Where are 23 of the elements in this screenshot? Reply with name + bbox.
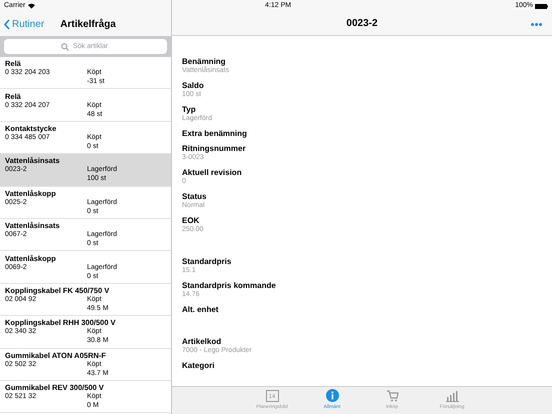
field-label: Extra benämning xyxy=(182,129,248,138)
field-label: Kategori xyxy=(182,361,216,370)
field-label: Typ xyxy=(182,105,197,114)
field-label: Standardpris kommande xyxy=(182,281,277,290)
field-label: Ritningsnummer xyxy=(182,144,247,153)
detail-title: 0023-2 xyxy=(346,17,378,31)
more-button[interactable] xyxy=(531,22,543,26)
search-icon xyxy=(61,42,69,50)
field-label: Aktuell revision xyxy=(182,168,243,177)
bar-chart-icon xyxy=(446,390,458,402)
field-label: Alt. enhet xyxy=(182,305,220,314)
page-title: Artikelfråga xyxy=(60,18,116,32)
field-label: Standardpris xyxy=(182,257,232,266)
field-label: Saldo xyxy=(182,81,205,90)
battery-icon xyxy=(535,4,548,8)
cart-icon xyxy=(386,390,398,402)
wifi-icon xyxy=(28,3,36,9)
chevron-left-icon xyxy=(4,18,10,30)
field-label: Benämning xyxy=(182,57,227,66)
field-label: Artikelkod xyxy=(182,337,222,346)
field-label: EOK xyxy=(182,216,200,225)
field-label: Status xyxy=(182,192,208,201)
info-icon xyxy=(326,389,338,402)
